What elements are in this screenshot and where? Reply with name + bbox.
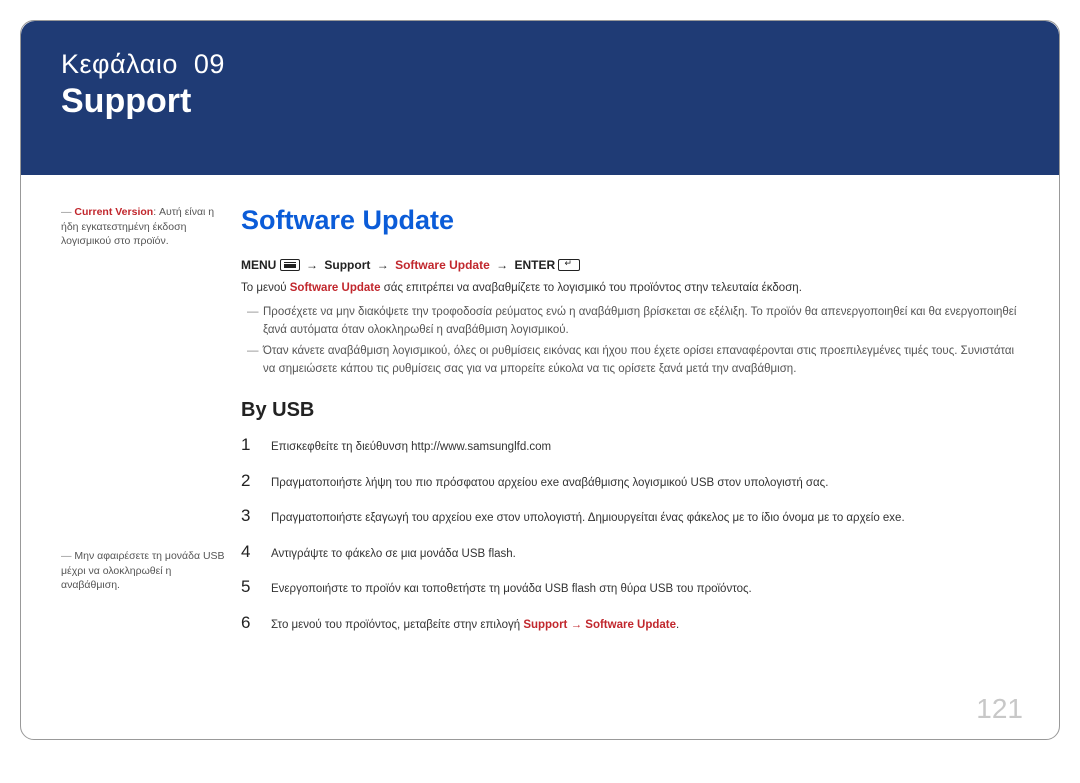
- arrow-icon: →: [493, 258, 511, 272]
- step6-suffix: .: [676, 619, 679, 631]
- step-6: 6 Στο μενού του προϊόντος, μεταβείτε στη…: [241, 610, 1019, 636]
- step6-sw: Software Update: [585, 619, 676, 631]
- chapter-title: Support: [61, 82, 1019, 121]
- sidebar: ― Current Version: Αυτή είναι η ήδη εγκα…: [61, 205, 231, 645]
- step-number: 1: [241, 432, 271, 458]
- step6-support: Support: [523, 619, 567, 631]
- path-support: Support: [324, 258, 370, 272]
- step-text: Ενεργοποιήστε το προϊόν και τοποθετήστε …: [271, 581, 752, 598]
- content-area: ― Current Version: Αυτή είναι η ήδη εγκα…: [21, 175, 1059, 645]
- sidebar-note-usb-warning: ― Μην αφαιρέσετε τη μονάδα USB μέχρι να …: [61, 549, 231, 593]
- chapter-word: Κεφάλαιο: [61, 49, 178, 79]
- step-3: 3 Πραγματοποιήστε εξαγωγή του αρχείου ex…: [241, 503, 1019, 529]
- menu-label: MENU: [241, 258, 276, 272]
- note-item-1: Προσέχετε να μην διακόψετε την τροφοδοσί…: [241, 304, 1019, 340]
- step-number: 6: [241, 610, 271, 636]
- subsection-heading-by-usb: By USB: [241, 399, 1019, 422]
- arrow-icon: →: [374, 258, 392, 272]
- chapter-label: Κεφάλαιο 09: [61, 49, 1019, 80]
- step-text: Πραγματοποιήστε λήψη του πιο πρόσφατου α…: [271, 475, 828, 492]
- step-4: 4 Αντιγράψτε το φάκελο σε μια μονάδα USB…: [241, 539, 1019, 565]
- step-text: Πραγματοποιήστε εξαγωγή του αρχείου exe …: [271, 510, 905, 527]
- sidebar-note-current-version: ― Current Version: Αυτή είναι η ήδη εγκα…: [61, 205, 231, 249]
- step-5: 5 Ενεργοποιήστε το προϊόν και τοποθετήστ…: [241, 574, 1019, 600]
- intro-suffix: σάς επιτρέπει να αναβαθμίζετε το λογισμι…: [381, 282, 802, 294]
- step6-prefix: Στο μενού του προϊόντος, μεταβείτε στην …: [271, 619, 523, 631]
- step-number: 2: [241, 468, 271, 494]
- main-column: Software Update MENU → Support → Softwar…: [231, 205, 1019, 645]
- chapter-header: Κεφάλαιο 09 Support: [21, 21, 1059, 175]
- chapter-number: 09: [194, 49, 225, 79]
- step-2: 2 Πραγματοποιήστε λήψη του πιο πρόσφατου…: [241, 468, 1019, 494]
- step6-arrow: →: [567, 619, 585, 631]
- step-text: Αντιγράψτε το φάκελο σε μια μονάδα USB f…: [271, 546, 516, 563]
- note-item-2: Όταν κάνετε αναβάθμιση λογισμικού, όλες …: [241, 343, 1019, 379]
- menu-icon: [280, 259, 300, 271]
- menu-path: MENU → Support → Software Update → ENTER: [241, 258, 1019, 272]
- intro-text: Το μενού Software Update σάς επιτρέπει ν…: [241, 280, 1019, 298]
- step-1: 1 Επισκεφθείτε τη διεύθυνση http://www.s…: [241, 432, 1019, 458]
- step-number: 4: [241, 539, 271, 565]
- current-version-label: Current Version: [74, 206, 153, 218]
- step-text: Επισκεφθείτε τη διεύθυνση http://www.sam…: [271, 439, 551, 456]
- enter-icon: [558, 259, 580, 271]
- document-page: Κεφάλαιο 09 Support ― Current Version: Α…: [20, 20, 1060, 740]
- step-number: 3: [241, 503, 271, 529]
- arrow-icon: →: [303, 258, 321, 272]
- intro-red: Software Update: [290, 282, 381, 294]
- enter-label: ENTER: [514, 258, 555, 272]
- path-software-update: Software Update: [395, 258, 490, 272]
- intro-prefix: Το μενού: [241, 282, 290, 294]
- step-number: 5: [241, 574, 271, 600]
- usb-warning-text: Μην αφαιρέσετε τη μονάδα USB μέχρι να ολ…: [61, 550, 225, 591]
- step-text: Στο μενού του προϊόντος, μεταβείτε στην …: [271, 617, 679, 634]
- page-number: 121: [976, 693, 1023, 725]
- section-heading-software-update: Software Update: [241, 205, 1019, 236]
